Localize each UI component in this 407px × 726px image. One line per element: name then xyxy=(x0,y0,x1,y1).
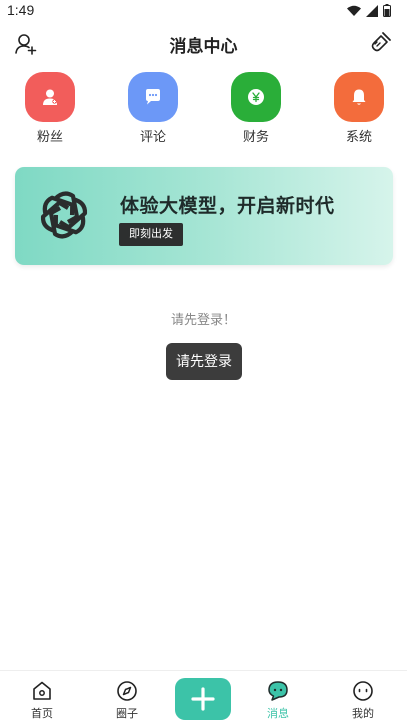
tab-circle[interactable]: 圈子 xyxy=(97,679,157,721)
quick-system[interactable]: 系统 xyxy=(324,72,394,145)
battery-icon xyxy=(383,4,391,17)
system-icon-tile xyxy=(334,72,384,122)
ai-logo-icon xyxy=(40,191,88,239)
home-icon xyxy=(33,681,51,700)
status-bar: 1:49 xyxy=(0,0,407,22)
banner-title: 体验大模型，开启新时代 xyxy=(120,196,335,217)
compass-icon xyxy=(117,681,137,701)
face-icon xyxy=(353,681,373,701)
tab-label-circle: 圈子 xyxy=(116,708,138,720)
chat-icon xyxy=(268,681,288,701)
quick-fans[interactable]: 粉丝 xyxy=(15,72,85,145)
header: 消息中心 xyxy=(0,26,407,60)
finance-icon-tile xyxy=(231,72,281,122)
quick-label-finance: 财务 xyxy=(242,129,269,144)
status-icons xyxy=(347,4,391,17)
page-title: 消息中心 xyxy=(169,37,238,56)
quick-label-comments: 评论 xyxy=(139,129,166,144)
publish-button[interactable] xyxy=(175,678,231,720)
status-time: 1:49 xyxy=(7,2,35,18)
comment-icon xyxy=(146,89,160,105)
tab-label-messages: 消息 xyxy=(267,708,289,720)
ai-banner[interactable]: 体验大模型，开启新时代 即刻出发 xyxy=(15,167,393,265)
tab-home[interactable]: 首页 xyxy=(12,679,72,721)
quick-comments[interactable]: 评论 xyxy=(118,72,188,145)
plus-icon xyxy=(191,687,215,711)
bell-icon xyxy=(352,89,366,105)
login-button[interactable]: 请先登录 xyxy=(166,343,242,380)
user-icon xyxy=(43,89,57,105)
tab-messages[interactable]: 消息 xyxy=(248,679,308,721)
comments-icon-tile xyxy=(128,72,178,122)
clear-icon[interactable] xyxy=(369,30,393,54)
tab-label-home: 首页 xyxy=(31,708,53,720)
tab-mine[interactable]: 我的 xyxy=(333,679,393,721)
tab-label-mine: 我的 xyxy=(352,708,374,720)
quick-finance[interactable]: 财务 xyxy=(221,72,291,145)
yen-icon xyxy=(248,89,264,105)
login-hint: 请先登录！ xyxy=(170,312,236,327)
wifi-icon xyxy=(347,5,361,16)
quick-label-system: 系统 xyxy=(345,129,372,144)
fans-icon-tile xyxy=(25,72,75,122)
quick-actions: 粉丝 评论 财务 系统 xyxy=(0,72,407,146)
signal-icon xyxy=(366,4,378,17)
quick-label-fans: 粉丝 xyxy=(36,129,63,144)
banner-start-button[interactable]: 即刻出发 xyxy=(119,223,183,246)
